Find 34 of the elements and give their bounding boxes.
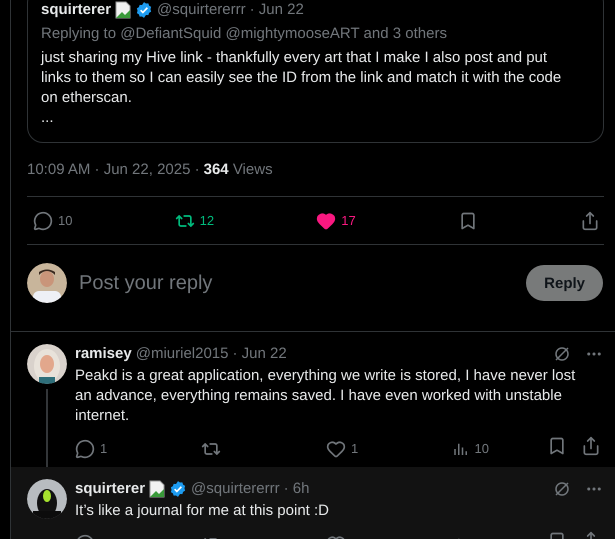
slashed-circle-icon[interactable] xyxy=(553,345,571,363)
author-name[interactable]: ramisey xyxy=(75,344,132,364)
author-handle[interactable]: @squirtererrr xyxy=(157,0,246,20)
views-text: 364 Views xyxy=(204,160,273,180)
heart-icon[interactable] xyxy=(326,438,346,458)
action-count: 17 xyxy=(341,213,356,228)
reply-text: It’s like a journal for me at this point :D xyxy=(75,501,330,521)
share-icon[interactable] xyxy=(580,210,600,230)
reply-text: Peakd is a great application, everything we write is stored, I have never lost an advance, everything remains saved. I have even worked with unstable internet. xyxy=(75,366,576,426)
post-date[interactable]: · 6h xyxy=(284,479,310,499)
action-count: 12 xyxy=(200,213,214,228)
replying-to-text: Replying to @DefiantSquid @mightymooseART and 3 others xyxy=(41,24,448,44)
reply-post[interactable]: squirterer @squirtererrr · 6h It’s like a journal for me at this point :D xyxy=(11,467,615,539)
action-count: 10 xyxy=(58,213,72,228)
post-date[interactable]: · Jun 22 xyxy=(232,344,287,364)
reply-icon[interactable] xyxy=(75,438,95,458)
reply-icon[interactable] xyxy=(33,210,53,230)
slashed-circle-icon[interactable] xyxy=(553,480,571,498)
author-name[interactable]: squirterer xyxy=(75,479,146,499)
action-count: 10 xyxy=(474,441,489,456)
reply-button[interactable]: Reply xyxy=(526,265,603,301)
post-text: just sharing my Hive link - thankfully every art that I make I also post and put links to them so I can easily see the ID from the link and match it with the code on etherscan. xyxy=(41,48,562,108)
quoted-post-card[interactable] xyxy=(27,0,604,143)
action-count: 1 xyxy=(100,441,108,456)
author-handle[interactable]: @miuriel2015 xyxy=(136,344,228,364)
post-time: 10:09 AM · Jun 22, 2025 · xyxy=(27,160,200,180)
author-name[interactable]: squirterer xyxy=(41,0,112,20)
heart-icon[interactable] xyxy=(316,210,336,230)
share-icon[interactable] xyxy=(581,436,601,456)
more-text: ... xyxy=(41,108,55,128)
reply-input[interactable]: Post your reply xyxy=(77,270,516,296)
post-date[interactable]: · Jun 22 xyxy=(250,0,304,20)
action-count: 1 xyxy=(351,441,358,456)
author-handle[interactable]: @squirtererrr xyxy=(191,479,280,499)
